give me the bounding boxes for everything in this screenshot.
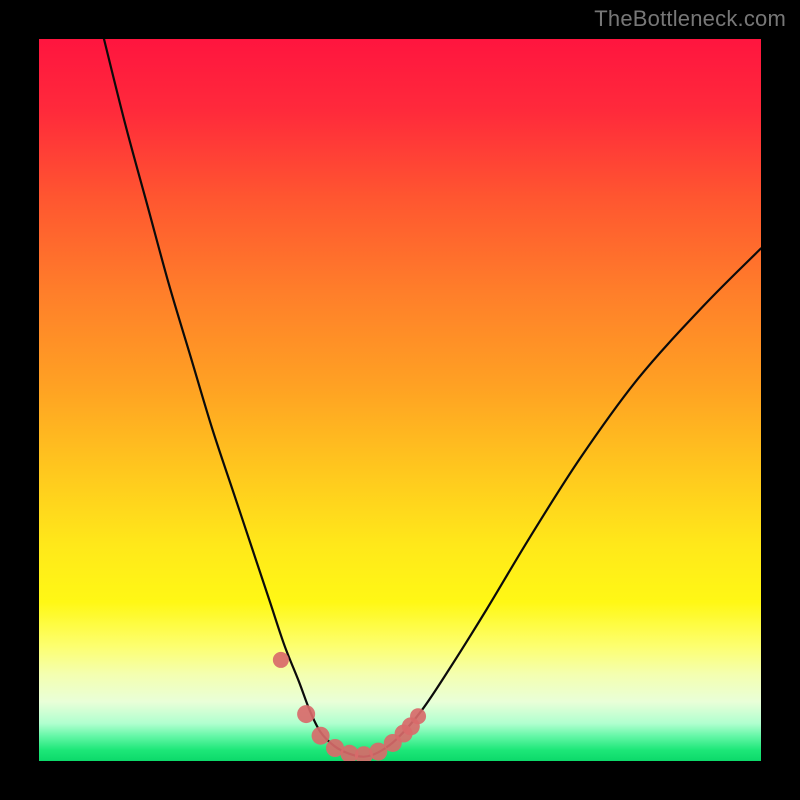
highlight-markers <box>273 652 426 761</box>
watermark-text: TheBottleneck.com <box>594 6 786 32</box>
marker-point <box>297 705 315 723</box>
chart-frame: TheBottleneck.com <box>0 0 800 800</box>
marker-point <box>312 727 330 745</box>
marker-point <box>410 708 426 724</box>
marker-point <box>273 652 289 668</box>
bottleneck-curve <box>104 39 761 757</box>
plot-area <box>39 39 761 761</box>
curve-layer <box>39 39 761 761</box>
